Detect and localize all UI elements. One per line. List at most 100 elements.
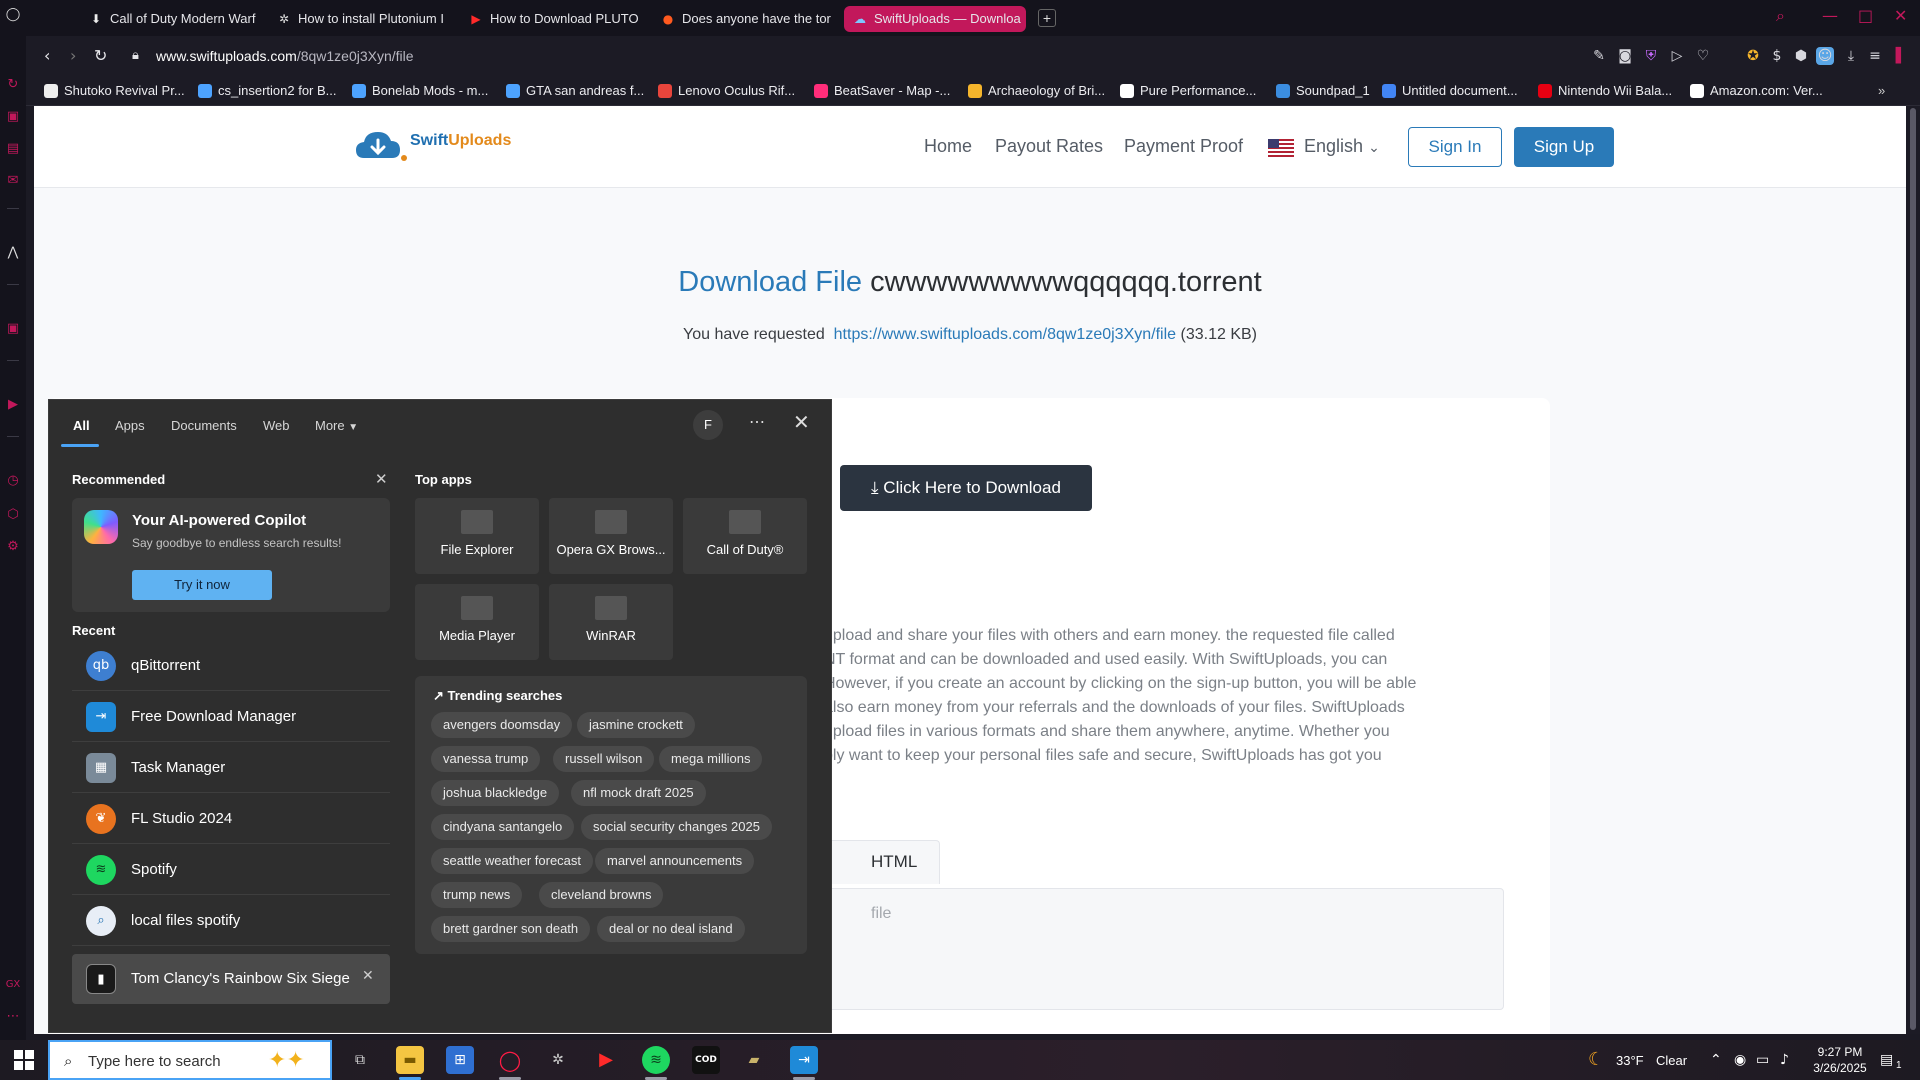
file-explorer-icon[interactable]: ▬ [396, 1046, 424, 1074]
top-app-call-of-duty[interactable]: Call of Duty® [683, 498, 807, 574]
camera-icon[interactable]: ◙ [1616, 47, 1634, 65]
send-icon[interactable]: ▷ [1668, 47, 1686, 65]
remove-recent-icon[interactable]: ✕ [362, 968, 374, 984]
more-icon[interactable]: ⋯ [4, 1008, 22, 1026]
medal-icon[interactable]: ✪ [1744, 47, 1762, 65]
start-button[interactable] [14, 1050, 34, 1070]
bookmark-item[interactable]: Bonelab Mods - m... [352, 82, 488, 100]
spotify-icon[interactable]: ≋ [642, 1046, 670, 1074]
page-scrollbar[interactable] [1906, 106, 1920, 1034]
search-tab-all[interactable]: All [73, 418, 90, 433]
bookmark-item[interactable]: GTA san andreas f... [506, 82, 644, 100]
top-app-file-explorer[interactable]: File Explorer [415, 498, 539, 574]
opera-gx-icon[interactable]: ◯ [496, 1046, 524, 1074]
recent-item-task-manager[interactable]: ▦ Task Manager [72, 743, 390, 793]
profile-icon[interactable]: ☺ [1816, 47, 1834, 65]
search-tab-web[interactable]: Web [263, 418, 290, 433]
bookmark-item[interactable]: BeatSaver - Map -... [814, 82, 950, 100]
heart-icon[interactable]: ♡ [1694, 47, 1712, 65]
player-icon[interactable]: ⋀ [4, 244, 22, 262]
trending-chip[interactable]: nfl mock draft 2025 [571, 780, 706, 806]
recent-item-free-download-manager[interactable]: ⇥ Free Download Manager [72, 692, 390, 742]
tab-swiftuploads[interactable]: ☁ SwiftUploads — Downloa [844, 6, 1026, 32]
scrollbar-thumb[interactable] [1910, 108, 1916, 1030]
gx-control-icon[interactable]: GX [4, 976, 22, 994]
network-icon[interactable]: ▭ [1756, 1052, 1769, 1068]
maximize-button[interactable]: □ [1858, 6, 1873, 25]
free-download-manager-icon[interactable]: ⇥ [790, 1046, 818, 1074]
tab-html-code[interactable]: HTML Code [824, 840, 940, 913]
bookmark-item[interactable]: Pure Performance... [1120, 82, 1256, 100]
bookmark-item[interactable]: Lenovo Oculus Rif... [658, 82, 795, 100]
top-app-winrar[interactable]: WinRAR [549, 584, 673, 660]
search-tab-documents[interactable]: Documents [171, 418, 237, 433]
top-app-opera-gx[interactable]: Opera GX Brows... [549, 498, 673, 574]
camera-tray-icon[interactable]: ◉ [1734, 1052, 1746, 1068]
tab-plutonium-install[interactable]: ✲ How to install Plutonium I [268, 6, 448, 32]
tab-reddit[interactable]: ● Does anyone have the tor [652, 6, 832, 32]
microsoft-store-icon[interactable]: ⊞ [446, 1046, 474, 1074]
trending-chip[interactable]: marvel announcements [595, 848, 755, 874]
tab-call-of-duty[interactable]: ⬇ Call of Duty Modern Warf [80, 6, 256, 32]
winrar-icon[interactable]: ▰ [740, 1046, 768, 1074]
opera-logo-icon[interactable]: ◯ [4, 6, 22, 24]
top-app-media-player[interactable]: Media Player [415, 584, 539, 660]
gx-corner-icon[interactable]: ▣ [4, 108, 22, 126]
notification-icon[interactable]: ▤ [1880, 1052, 1893, 1068]
edit-icon[interactable]: ✎ [1590, 47, 1608, 65]
gx-bar-icon[interactable]: ▌ [1892, 47, 1910, 65]
try-copilot-button[interactable]: Try it now [132, 570, 272, 600]
weather-moon-icon[interactable]: ☾ [1588, 1049, 1604, 1070]
speed-dial-icon[interactable]: ↻ [4, 76, 22, 94]
vpn-shield-icon[interactable]: ⛨ [1642, 47, 1660, 65]
download-button[interactable]: ⤓ Click Here to Download [840, 465, 1092, 511]
tab-plutonium-download[interactable]: ▶ How to Download PLUTO [460, 6, 640, 32]
bookmark-item[interactable]: Archaeology of Bri... [968, 82, 1105, 100]
more-bookmarks-icon[interactable]: » [1878, 82, 1885, 100]
nav-payment-proof[interactable]: Payment Proof [1124, 136, 1243, 157]
trending-chip[interactable]: cleveland browns [539, 882, 664, 908]
minimize-button[interactable]: — [1822, 6, 1838, 25]
menu-icon[interactable]: ≡ [1866, 47, 1884, 65]
url-field[interactable]: www.swiftuploads.com/8qw1ze0j3Xyn/file [156, 48, 414, 64]
avatar[interactable]: F [693, 410, 723, 440]
file-link[interactable]: https://www.swiftuploads.com/8qw1ze0j3Xy… [834, 326, 1176, 343]
close-window-button[interactable]: ✕ [1894, 6, 1907, 25]
play-icon[interactable]: ▶ [4, 396, 22, 414]
recent-item-spotify[interactable]: ≋ Spotify [72, 845, 390, 895]
bookmark-item[interactable]: Shutoko Revival Pr... [44, 82, 185, 100]
recent-item-rainbow-six-siege[interactable]: ▮ Tom Clancy's Rainbow Six Siege ✕ [72, 954, 390, 1004]
trending-chip[interactable]: vanessa trump [431, 746, 541, 772]
back-button[interactable]: ‹ [44, 46, 50, 65]
forward-button[interactable]: › [70, 46, 76, 65]
recent-item-local-files-spotify[interactable]: ⌕ local files spotify [72, 896, 390, 946]
coin-icon[interactable]: $ [1768, 47, 1786, 65]
nav-home[interactable]: Home [924, 136, 972, 157]
nav-payout-rates[interactable]: Payout Rates [995, 136, 1103, 157]
taskbar-search-box[interactable]: ⌕ Type here to search ✦✦ [48, 1040, 332, 1080]
recent-item-qbittorrent[interactable]: qb qBittorrent [72, 641, 390, 691]
twitch-icon[interactable]: ▤ [4, 140, 22, 158]
download-icon[interactable]: ⤓ [1842, 47, 1860, 65]
embed-code-textarea[interactable]: file [824, 888, 1504, 1010]
search-tab-apps[interactable]: Apps [115, 418, 145, 433]
cube-icon[interactable]: ⬢ [1792, 47, 1810, 65]
trending-chip[interactable]: mega millions [659, 746, 763, 772]
weather-condition[interactable]: Clear [1656, 1053, 1687, 1068]
weather-temperature[interactable]: 33°F [1616, 1053, 1644, 1068]
show-hidden-icons-chevron-icon[interactable]: ⌃ [1710, 1052, 1722, 1068]
more-options-icon[interactable]: ⋯ [749, 412, 765, 432]
search-tabs-icon[interactable]: ⌕ [1776, 6, 1785, 26]
reload-button[interactable]: ↻ [94, 46, 107, 65]
trending-chip[interactable]: trump news [431, 882, 523, 908]
trending-chip[interactable]: social security changes 2025 [581, 814, 772, 840]
recent-item-fl-studio[interactable]: ❦ FL Studio 2024 [72, 794, 390, 844]
twitch-icon[interactable]: ▣ [4, 320, 22, 338]
trending-chip[interactable]: russell wilson [553, 746, 655, 772]
sign-in-button[interactable]: Sign In [1408, 127, 1502, 167]
bookmark-item[interactable]: Soundpad_1 [1276, 82, 1370, 100]
volume-icon[interactable]: ♪ [1780, 1052, 1789, 1068]
extensions-icon[interactable]: ⬡ [4, 506, 22, 524]
trending-chip[interactable]: joshua blackledge [431, 780, 560, 806]
bookmark-item[interactable]: cs_insertion2 for B... [198, 82, 337, 100]
